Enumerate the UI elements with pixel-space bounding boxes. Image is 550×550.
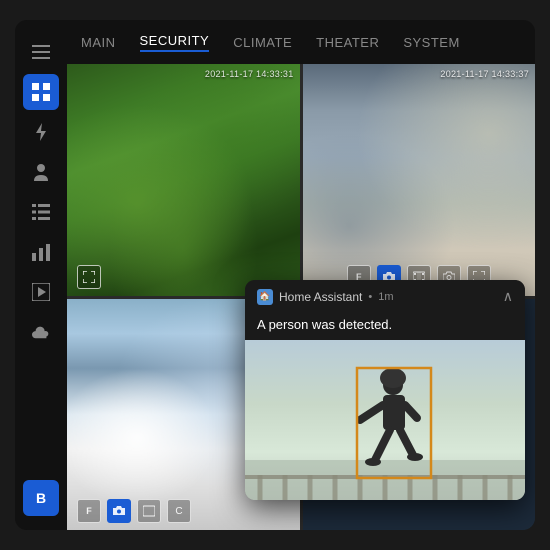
lightning-icon[interactable] xyxy=(23,114,59,150)
cam2-timestamp: 2021-11-17 14:33:37 xyxy=(440,69,529,79)
camera-1: 2021-11-17 14:33:31 xyxy=(67,64,300,296)
nav-security[interactable]: SECURITY xyxy=(140,33,210,52)
nav-system[interactable]: SYSTEM xyxy=(403,35,459,50)
menu-icon[interactable] xyxy=(23,34,59,70)
cam1-expand-btn[interactable] xyxy=(77,265,101,289)
chart-icon[interactable] xyxy=(23,234,59,270)
notif-time: 1m xyxy=(378,291,393,303)
notif-separator: • xyxy=(368,291,372,303)
detection-background xyxy=(245,340,525,500)
cam1-timestamp: 2021-11-17 14:33:31 xyxy=(205,69,294,79)
cam3-flag-btn[interactable]: F xyxy=(77,499,101,523)
notification-popup: 🏠 Home Assistant • 1m ∧ A person was det… xyxy=(245,280,525,500)
cam3-controls: F C xyxy=(71,497,197,525)
list-icon[interactable] xyxy=(23,194,59,230)
app-container: B MAIN SECURITY CLIMATE THEATER SYSTEM 2… xyxy=(15,20,535,530)
top-nav: MAIN SECURITY CLIMATE THEATER SYSTEM xyxy=(67,20,535,64)
notif-message: A person was detected. xyxy=(245,313,525,340)
notif-close-btn[interactable]: ∧ xyxy=(503,288,513,305)
cam1-controls xyxy=(71,263,107,291)
play-icon[interactable] xyxy=(23,274,59,310)
nav-climate[interactable]: CLIMATE xyxy=(233,35,292,50)
nav-main[interactable]: MAIN xyxy=(81,35,116,50)
cloud-icon[interactable] xyxy=(23,314,59,350)
home-assistant-icon: 🏠 xyxy=(257,289,273,305)
cam3-film-btn[interactable] xyxy=(137,499,161,523)
grid-icon[interactable] xyxy=(23,74,59,110)
cam3-expand-btn[interactable]: C xyxy=(167,499,191,523)
person-icon[interactable] xyxy=(23,154,59,190)
notif-header-left: 🏠 Home Assistant • 1m xyxy=(257,289,394,305)
cam3-camera-btn[interactable] xyxy=(107,499,131,523)
avatar[interactable]: B xyxy=(23,480,59,516)
person-silhouette xyxy=(245,340,525,500)
notif-header: 🏠 Home Assistant • 1m ∧ xyxy=(245,280,525,313)
notif-app-name: Home Assistant xyxy=(279,290,362,304)
nav-theater[interactable]: THEATER xyxy=(316,35,379,50)
camera-2: 2021-11-17 14:33:37 F xyxy=(303,64,536,296)
sidebar: B xyxy=(15,20,67,530)
notif-image xyxy=(245,340,525,500)
